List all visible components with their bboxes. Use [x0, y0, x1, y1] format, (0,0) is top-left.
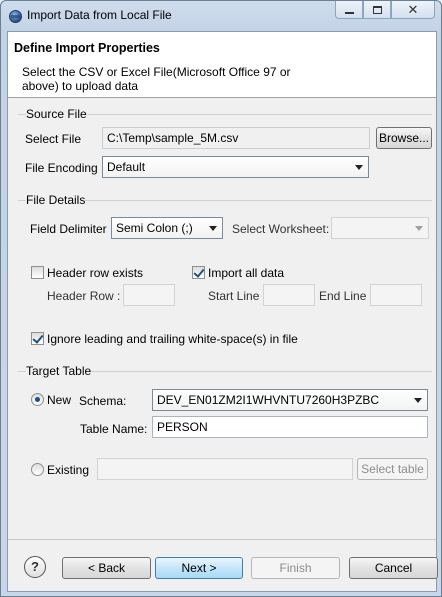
select-file-field[interactable]: C:\Temp\sample_5M.csv: [102, 127, 370, 149]
page-title: Define Import Properties: [14, 41, 160, 55]
schema-label: Schema:: [79, 394, 127, 408]
start-line-label: Start Line: [208, 289, 260, 303]
schema-value: DEV_EN01ZM2I1WHVNTU7260H3PZBC: [157, 393, 380, 407]
file-encoding-value: Default: [107, 160, 146, 174]
source-file-group-label: Source File: [26, 107, 87, 121]
new-table-label[interactable]: New: [47, 393, 71, 407]
select-worksheet-dropdown[interactable]: [331, 217, 429, 239]
new-table-radio[interactable]: [31, 393, 44, 406]
file-details-group-label: File Details: [26, 193, 86, 207]
select-file-label: Select File: [25, 132, 82, 146]
app-icon: [9, 10, 22, 23]
table-name-field[interactable]: PERSON: [152, 416, 428, 438]
table-name-label: Table Name:: [80, 422, 148, 436]
existing-table-radio[interactable]: [31, 463, 44, 476]
back-button[interactable]: < Back: [62, 557, 151, 579]
existing-table-field[interactable]: [97, 458, 353, 480]
end-line-label: End Line: [319, 289, 367, 303]
existing-table-label[interactable]: Existing: [47, 463, 89, 477]
ignore-whitespace-label[interactable]: Ignore leading and trailing white-space(…: [47, 332, 298, 346]
header-row-field[interactable]: [123, 284, 175, 306]
field-delimiter-value: Semi Colon (;): [116, 221, 193, 235]
file-encoding-dropdown[interactable]: Default: [102, 156, 369, 178]
chevron-down-icon: [414, 398, 422, 403]
schema-dropdown[interactable]: DEV_EN01ZM2I1WHVNTU7260H3PZBC: [152, 389, 428, 411]
next-button[interactable]: Next >: [155, 557, 243, 579]
chevron-down-icon: [209, 226, 217, 231]
cancel-button[interactable]: Cancel: [349, 557, 438, 579]
start-line-field[interactable]: [263, 284, 315, 306]
target-table-group-label: Target Table: [26, 364, 92, 378]
header-row-exists-checkbox[interactable]: [31, 266, 44, 279]
dialog-content: Define Import Properties Select the CSV …: [7, 31, 438, 592]
minimize-icon[interactable]: [335, 1, 363, 19]
field-delimiter-dropdown[interactable]: Semi Colon (;): [111, 217, 223, 239]
title-bar[interactable]: Import Data from Local File ✕: [1, 1, 441, 29]
chevron-down-icon: [415, 226, 423, 231]
wizard-header: Define Import Properties Select the CSV …: [8, 32, 436, 98]
close-icon[interactable]: ✕: [391, 1, 435, 19]
ignore-whitespace-checkbox[interactable]: [31, 332, 44, 345]
end-line-field[interactable]: [370, 284, 422, 306]
import-all-data-checkbox[interactable]: [192, 266, 205, 279]
window-controls: ✕: [335, 1, 435, 19]
header-row-label: Header Row :: [47, 289, 121, 303]
finish-button[interactable]: Finish: [251, 557, 340, 579]
maximize-icon[interactable]: [363, 1, 391, 19]
window-title: Import Data from Local File: [27, 8, 172, 22]
import-all-data-label[interactable]: Import all data: [208, 266, 284, 280]
page-description: Select the CSV or Excel File(Microsoft O…: [22, 65, 291, 93]
help-icon[interactable]: ?: [24, 556, 46, 578]
select-table-button[interactable]: Select table: [357, 458, 428, 480]
import-dialog-window: Import Data from Local File ✕ Define Imp…: [0, 0, 442, 597]
file-encoding-label: File Encoding: [25, 161, 98, 175]
footer-divider: [8, 539, 436, 540]
browse-button[interactable]: Browse...: [376, 127, 432, 149]
chevron-down-icon: [355, 165, 363, 170]
field-delimiter-label: Field Delimiter: [30, 222, 107, 236]
header-row-exists-label[interactable]: Header row exists: [47, 266, 143, 280]
select-worksheet-label: Select Worksheet:: [232, 222, 330, 236]
